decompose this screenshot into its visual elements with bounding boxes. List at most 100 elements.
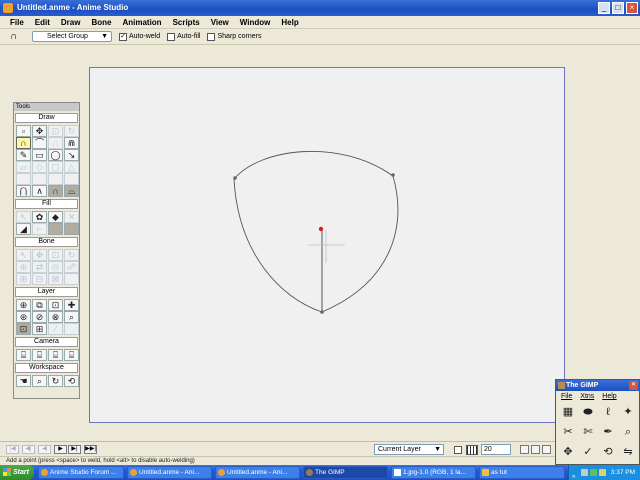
add-point-tool-icon[interactable]: ∩ — [16, 137, 31, 149]
translate-layer-tool-icon[interactable]: ⧉ — [32, 299, 47, 311]
menu-window[interactable]: Window — [240, 18, 271, 27]
start-button[interactable]: Start — [0, 465, 34, 480]
blank-tool-icon[interactable] — [32, 173, 47, 185]
eyedropper-tool-icon[interactable]: ⁄ — [48, 323, 63, 335]
taskbar-item-forum[interactable]: Anime Studio Forum ... — [38, 466, 124, 479]
lasso-select-icon[interactable]: ℓ — [598, 402, 618, 422]
taskbar-item-anime-studio-1[interactable]: Untitled.anme - Ani... — [127, 466, 212, 479]
paths-tool-icon[interactable]: ✒ — [598, 422, 618, 442]
rotate-points-tool-icon[interactable]: ↻ — [64, 125, 79, 137]
menu-bone[interactable]: Bone — [91, 18, 111, 27]
magnet-tool-icon[interactable]: ∩ — [48, 137, 63, 149]
shear-layer-tool-icon[interactable]: ⊗ — [48, 311, 63, 323]
perspective-tool-icon[interactable]: △ — [64, 161, 79, 173]
curve-profile-tool-icon[interactable] — [64, 223, 79, 235]
gimp-menu-file[interactable]: File — [561, 391, 572, 402]
bone-strength-tool-icon[interactable]: ◎ — [48, 261, 63, 273]
view-mode-button[interactable] — [542, 445, 551, 454]
taskbar-item-gimp[interactable]: The GIMP — [303, 466, 388, 479]
layer-search-tool-icon[interactable]: ⌕ — [64, 311, 79, 323]
step-forward-button[interactable]: ▶| — [68, 445, 81, 454]
stroke-exposure-tool-icon[interactable] — [48, 223, 63, 235]
peak-tool-icon[interactable]: ⋂ — [16, 185, 31, 197]
scale-layer-tool-icon[interactable]: ⊡ — [48, 299, 63, 311]
scatter-tool-icon[interactable] — [16, 173, 31, 185]
menu-file[interactable]: File — [10, 18, 24, 27]
step-back-button[interactable]: ◀| — [22, 445, 35, 454]
select-points-tool-icon[interactable]: ▫ — [16, 125, 31, 137]
rewind-button[interactable]: |◀ — [6, 445, 19, 454]
add-bone-tool-icon[interactable]: ⊕ — [16, 261, 31, 273]
tray-app-icon[interactable] — [581, 469, 588, 476]
hide-edge-fill-tool-icon[interactable]: ⌐ — [32, 223, 47, 235]
switch-layer-tool-icon[interactable]: ⊡ — [16, 323, 31, 335]
fast-forward-button[interactable]: ▶▶| — [84, 445, 97, 454]
particle-layer-tool-icon[interactable]: ⊞ — [32, 323, 47, 335]
blank-tool-icon[interactable] — [64, 273, 79, 285]
translate-bone-tool-icon[interactable]: ✥ — [32, 249, 47, 261]
rectangle-tool-icon[interactable]: ▭ — [32, 149, 47, 161]
rotate-workspace-tool-icon[interactable]: ↻ — [48, 375, 63, 387]
hand-tool-icon[interactable]: ☚ — [16, 375, 31, 387]
paint-bucket-tool-icon[interactable]: ◆ — [48, 211, 63, 223]
bind-points-tool-icon[interactable]: ⊟ — [32, 273, 47, 285]
control-point[interactable] — [320, 310, 324, 314]
menu-view[interactable]: View — [211, 18, 229, 27]
play-back-button[interactable]: ◀ — [38, 445, 51, 454]
hide-edge-tool-icon[interactable]: ⌓ — [64, 185, 79, 197]
view-mode-button[interactable] — [531, 445, 540, 454]
gimp-toolbox-window[interactable]: The GIMP × File Xtns Help ▦ ⬬ ℓ ✦ ✂ ✄ ✒ … — [555, 379, 640, 465]
canvas-drawing[interactable] — [90, 68, 566, 424]
offset-bone-tool-icon[interactable]: ⊠ — [48, 273, 63, 285]
roll-camera-tool-icon[interactable]: ⌸ — [48, 349, 63, 361]
control-point[interactable] — [391, 173, 395, 177]
smooth-tool-icon[interactable]: ∩ — [48, 185, 63, 197]
volume-icon[interactable] — [599, 469, 606, 476]
bend-points-tool-icon[interactable]: ◇ — [32, 161, 47, 173]
menu-draw[interactable]: Draw — [61, 18, 81, 27]
magnify-icon[interactable]: ⌕ — [618, 422, 638, 442]
bind-layer-tool-icon[interactable]: ⊞ — [16, 273, 31, 285]
sharp-corners-box[interactable] — [207, 32, 216, 41]
origin-point[interactable] — [318, 226, 324, 232]
create-shape-tool-icon[interactable]: ✿ — [32, 211, 47, 223]
manipulate-bones-tool-icon[interactable]: ☍ — [64, 261, 79, 273]
flip-tool-icon[interactable]: ⇋ — [618, 442, 638, 462]
transform-cross-icon[interactable]: ✚ — [64, 299, 79, 311]
menu-animation[interactable]: Animation — [122, 18, 161, 27]
rotate-layer-xy-tool-icon[interactable]: ⊘ — [32, 311, 47, 323]
drawing-canvas[interactable] — [89, 67, 565, 423]
select-shape-tool-icon[interactable]: ↖ — [16, 211, 31, 223]
curvature-tool-icon[interactable]: ⌒ — [32, 137, 47, 149]
shear-points-tool-icon[interactable]: ▱ — [16, 161, 31, 173]
select-bone-tool-icon[interactable]: ↖ — [16, 249, 31, 261]
ellipse-select-icon[interactable]: ⬬ — [578, 402, 598, 422]
maximize-button[interactable]: □ — [612, 2, 624, 14]
auto-weld-box[interactable]: ✓ — [119, 32, 127, 41]
oval-tool-icon[interactable]: ◯ — [48, 149, 63, 161]
intelligent-scissors-icon[interactable]: ✄ — [578, 422, 598, 442]
frame-count-input[interactable]: 20 — [481, 444, 511, 455]
taskbar-item-folder[interactable]: as tut — [479, 466, 565, 479]
transform-tool-icon[interactable]: ⟲ — [598, 442, 618, 462]
blank-tool-icon[interactable] — [64, 323, 79, 335]
control-point[interactable] — [233, 176, 237, 180]
track-camera-tool-icon[interactable]: ⌸ — [16, 349, 31, 361]
tray-expand-icon[interactable]: « — [572, 469, 579, 480]
translate-points-tool-icon[interactable]: ✥ — [32, 125, 47, 137]
minimize-button[interactable]: _ — [598, 2, 610, 14]
zoom-camera-tool-icon[interactable]: ⌸ — [32, 349, 47, 361]
fuzzy-select-icon[interactable]: ✦ — [618, 402, 638, 422]
tray-app-icon[interactable] — [590, 469, 597, 476]
menu-edit[interactable]: Edit — [35, 18, 50, 27]
bezier-select-icon[interactable]: ✂ — [558, 422, 578, 442]
line-width-tool-icon[interactable]: ◢ — [16, 223, 31, 235]
taskbar-item-anime-studio-2[interactable]: Untitled.anme - Ani... — [215, 466, 300, 479]
scale-bone-tool-icon[interactable]: ⊡ — [48, 249, 63, 261]
noise-tool-icon[interactable]: ▢ — [48, 161, 63, 173]
orbit-workspace-tool-icon[interactable]: ⟲ — [64, 375, 79, 387]
zoom-tool-icon[interactable]: ⌕ — [32, 375, 47, 387]
play-button[interactable]: ▶ — [54, 445, 67, 454]
pan-tilt-camera-tool-icon[interactable]: ⌸ — [64, 349, 79, 361]
taskbar-item-image[interactable]: 1.jpg-1.0 (RGB, 1 la... — [391, 466, 476, 479]
